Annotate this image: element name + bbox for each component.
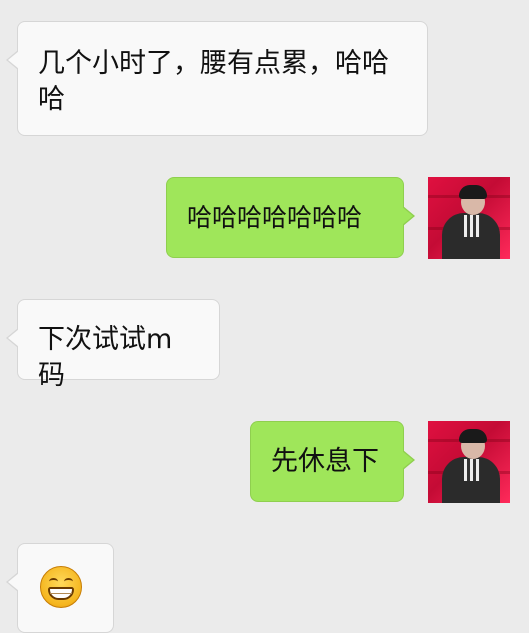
message-bubble-outgoing[interactable]: 先休息下 [250, 421, 415, 502]
avatar[interactable] [428, 177, 510, 259]
message-text: 下次试试m码 [38, 324, 173, 391]
avatar[interactable] [428, 421, 510, 503]
message-text: 哈哈哈哈哈哈哈 [187, 203, 363, 232]
message-bubble-incoming[interactable]: 几个小时了，腰有点累，哈哈哈 [6, 21, 428, 136]
message-bubble-incoming[interactable]: 下次试试m码 [6, 299, 220, 391]
message-text: 几个小时了，腰有点累，哈哈哈 [38, 48, 389, 115]
grinning-face-emoji-icon [40, 566, 82, 608]
message-bubble-outgoing[interactable]: 哈哈哈哈哈哈哈 [166, 177, 415, 258]
message-text: 先休息下 [271, 446, 379, 477]
message-bubble-incoming[interactable] [6, 543, 114, 633]
